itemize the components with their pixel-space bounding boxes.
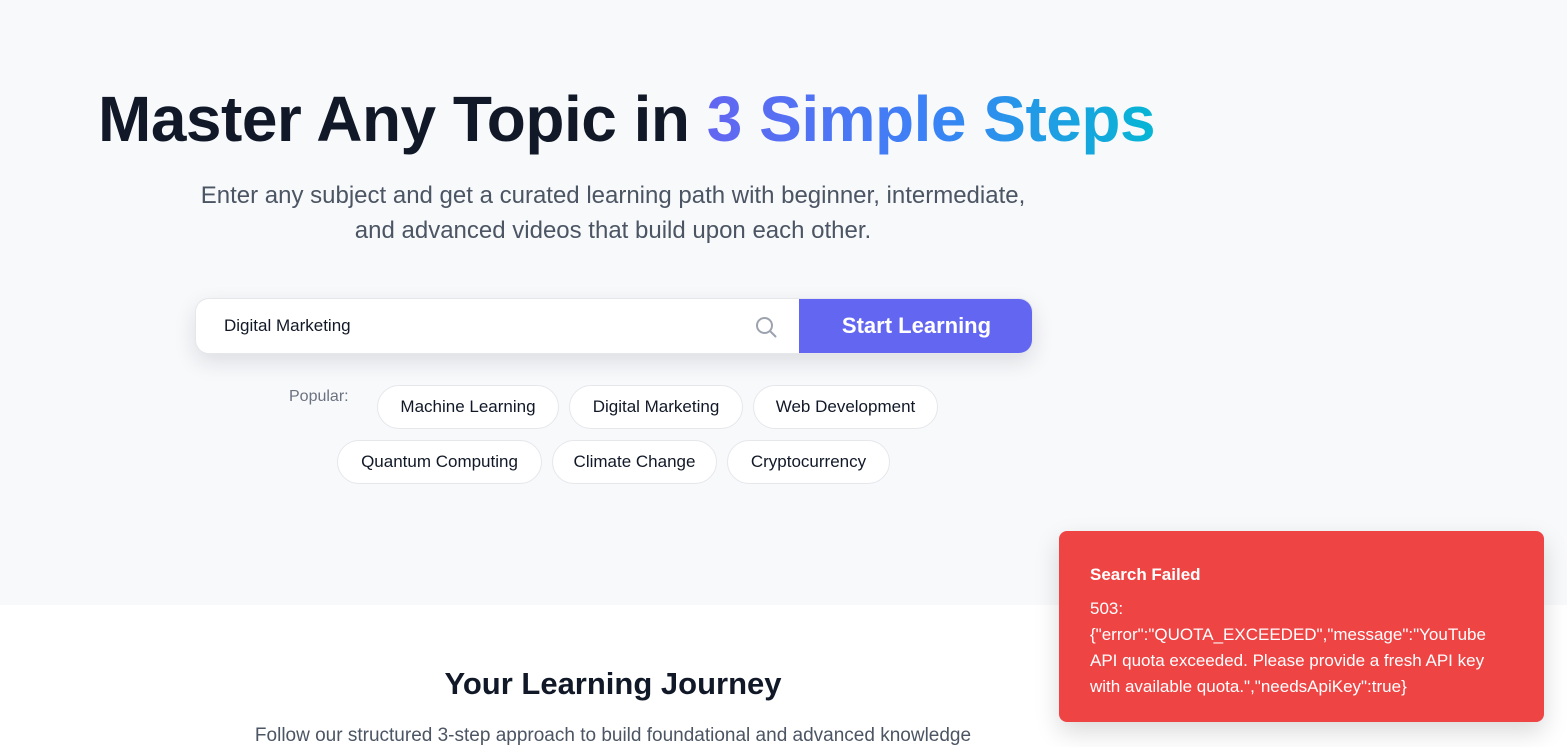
popular-topic-climate-change[interactable]: Climate Change (552, 440, 717, 484)
toast-title: Search Failed (1090, 565, 1201, 584)
error-toast: Search Failed 503: {"error":"QUOTA_EXCEE… (1059, 531, 1544, 722)
search-input[interactable] (224, 313, 744, 339)
hero-title-accent: 3 Simple Steps (706, 83, 1156, 155)
hero-subtitle: Enter any subject and get a curated lear… (200, 182, 1026, 244)
popular-topic-quantum-computing[interactable]: Quantum Computing (337, 440, 542, 484)
toast-message: 503: {"error":"QUOTA_EXCEEDED","message"… (1090, 599, 1486, 696)
popular-topic-web-development[interactable]: Web Development (753, 385, 938, 429)
popular-label: Popular: (289, 388, 349, 405)
start-learning-button[interactable]: Start Learning (799, 299, 1032, 353)
hero-title-plain: Master Any Topic in (98, 83, 707, 155)
search-bar: Start Learning (195, 298, 1033, 354)
journey-title: Your Learning Journey (444, 666, 782, 701)
journey-subtitle: Follow our structured 3-step approach to… (254, 725, 972, 746)
hero-title: Master Any Topic in 3 Simple Steps (98, 80, 1156, 158)
popular-topic-cryptocurrency[interactable]: Cryptocurrency (727, 440, 890, 484)
hero-section: Master Any Topic in 3 Simple Steps Enter… (0, 0, 1567, 605)
popular-topic-machine-learning[interactable]: Machine Learning (377, 385, 559, 429)
popular-topic-digital-marketing[interactable]: Digital Marketing (569, 385, 743, 429)
search-icon (754, 315, 778, 339)
